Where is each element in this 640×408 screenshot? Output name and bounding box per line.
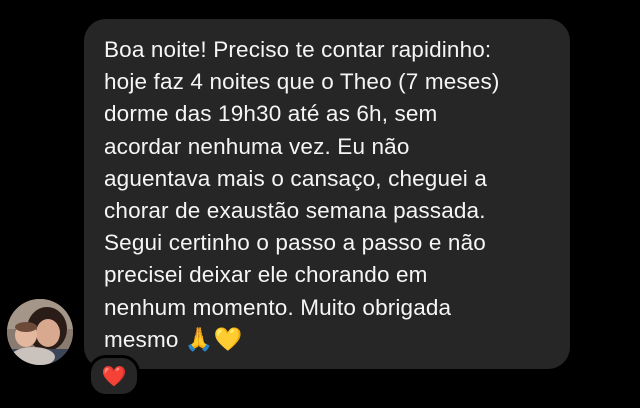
chat-thread: Boa noite! Preciso te contar rapidinho: … (0, 0, 640, 408)
message-line: hoje faz 4 noites que o Theo (7 meses) (104, 69, 500, 95)
message-line: aguentava mais o cansaço, cheguei a (104, 165, 488, 191)
message-line: Segui certinho o passo a passo e não (104, 230, 486, 256)
message-line: dorme das 19h30 até as 6h, sem (104, 101, 438, 127)
yellow-heart-icon: 💛 (213, 326, 243, 353)
message-text: Boa noite! Preciso te contar rapidinho: … (104, 34, 558, 356)
folded-hands-icon: 🙏 (184, 326, 214, 353)
message-line: acordar nenhuma vez. Eu não (104, 133, 410, 159)
avatar[interactable] (7, 299, 73, 365)
message-line: Boa noite! Preciso te contar rapidinho: (104, 37, 492, 62)
message-bubble[interactable]: Boa noite! Preciso te contar rapidinho: … (84, 19, 570, 369)
reaction-badge[interactable]: ❤️ (88, 355, 140, 397)
message-line: chorar de exaustão semana passada. (104, 198, 486, 224)
message-line: precisei deixar ele chorando em (104, 262, 428, 288)
message-line: mesmo (104, 326, 179, 352)
message-line: nenhum momento. Muito obrigada (104, 294, 452, 320)
red-heart-icon: ❤️ (101, 364, 127, 388)
